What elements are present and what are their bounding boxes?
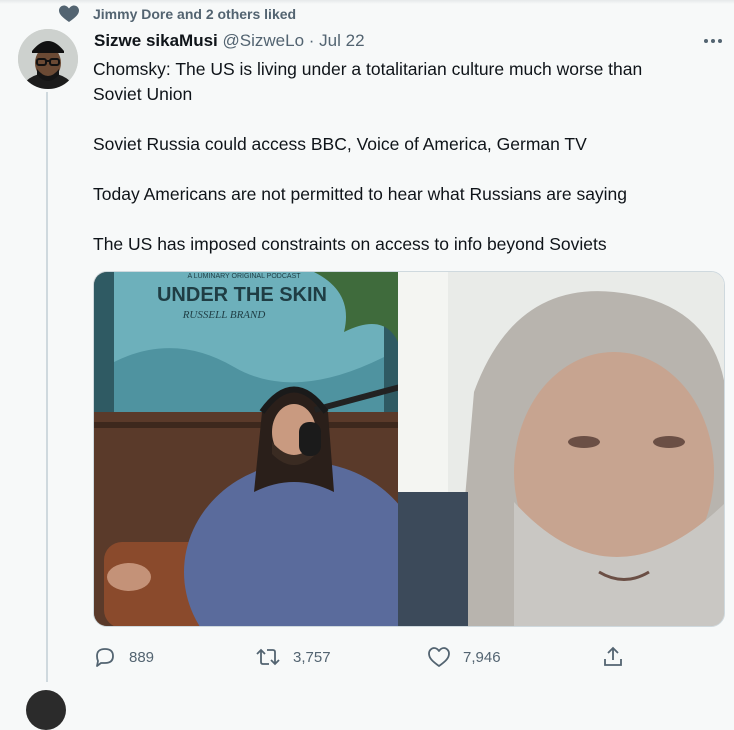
tweet-text-line: Soviet Russia could access BBC, Voice of… (93, 134, 587, 154)
tweet-actions: 889 3,757 7,946 (93, 643, 633, 671)
reply-icon (96, 648, 114, 667)
reply-count: 889 (129, 648, 155, 666)
avatar[interactable] (18, 29, 78, 89)
tweet-text-line: The US has imposed constraints on access… (93, 234, 607, 254)
retweet-button[interactable]: 3,757 (255, 643, 331, 671)
like-icon (428, 647, 450, 667)
reply-button[interactable]: 889 (93, 643, 154, 671)
tweet-text-line: Soviet Union (93, 84, 193, 104)
show-host: RUSSELL BRAND (182, 309, 266, 321)
heart-icon (59, 5, 79, 22)
tweet-text-line: Chomsky: The US is living under a totali… (93, 59, 643, 79)
tweet-header: Sizwe sikaMusi @SizweLo · Jul 22 (94, 31, 365, 53)
thread-line (46, 92, 48, 682)
social-context-text: Jimmy Dore and 2 others liked (93, 6, 297, 22)
header-separator: · (308, 31, 315, 50)
tweet-media-video[interactable]: A LUMINARY ORIGINAL PODCAST UNDER THE SK… (93, 271, 725, 627)
retweet-icon (256, 648, 280, 666)
show-title: UNDER THE SKIN (157, 284, 327, 306)
more-icon (704, 39, 722, 43)
next-tweet-avatar[interactable] (26, 690, 66, 730)
top-edge (0, 0, 734, 4)
author-handle[interactable]: @SizweLo (223, 31, 305, 50)
avatar-image (18, 29, 78, 89)
share-button[interactable] (601, 643, 625, 671)
like-count: 7,946 (463, 648, 501, 666)
like-button[interactable]: 7,946 (427, 643, 501, 671)
author-name[interactable]: Sizwe sikaMusi (94, 31, 218, 50)
podcast-tag: A LUMINARY ORIGINAL PODCAST (187, 273, 301, 280)
tweet-date[interactable]: Jul 22 (319, 31, 364, 50)
share-icon (604, 646, 622, 666)
tweet-text: Chomsky: The US is living under a totali… (93, 57, 713, 257)
more-options-button[interactable] (701, 30, 725, 52)
tweet-text-line: Today Americans are not permitted to hea… (93, 184, 628, 204)
retweet-count: 3,757 (293, 648, 331, 666)
video-thumbnail: A LUMINARY ORIGINAL PODCAST UNDER THE SK… (94, 272, 724, 626)
